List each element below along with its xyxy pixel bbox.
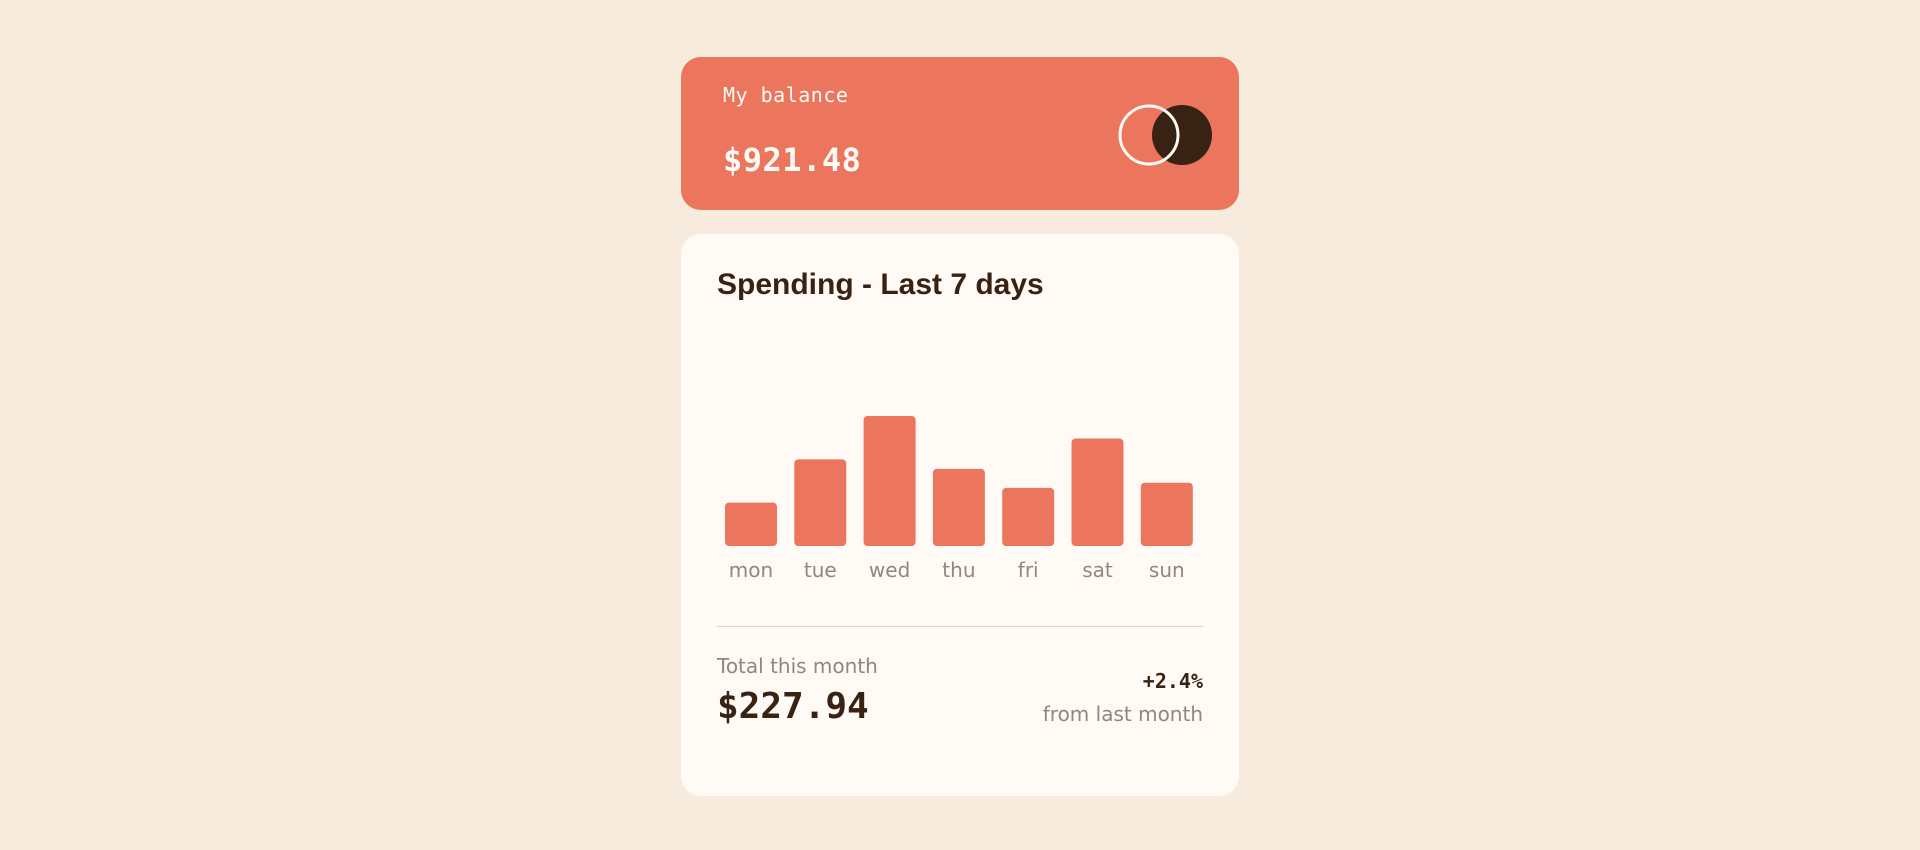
day-label-sun: sun (1149, 558, 1185, 582)
change-label: from last month (1042, 702, 1203, 726)
day-label-thu: thu (942, 558, 975, 582)
change-value: +2.4% (1142, 669, 1203, 693)
day-label-mon: mon (729, 558, 773, 582)
spending-title: Spending - Last 7 days (717, 268, 1044, 301)
bar-wed[interactable] (863, 416, 916, 546)
day-label-sat: sat (1082, 558, 1113, 582)
bar-sun[interactable] (1140, 482, 1193, 546)
total-value: $227.94 (717, 686, 869, 727)
divider (717, 626, 1203, 627)
balance-value: $921.48 (723, 141, 862, 179)
day-label-fri: fri (1018, 558, 1039, 582)
main-container: My balance $921.48 Spending - Last 7 day… (681, 57, 1239, 796)
bar-fri[interactable] (1002, 487, 1055, 546)
balance-card: My balance $921.48 (681, 57, 1239, 210)
spending-bar-chart: mon tue wed thu fri sat sun (725, 416, 1193, 582)
day-label-wed: wed (869, 558, 910, 582)
bar-thu[interactable] (932, 468, 985, 546)
bar-mon[interactable] (725, 502, 777, 546)
bar-sat[interactable] (1071, 438, 1124, 546)
balance-label: My balance (723, 83, 849, 107)
spending-chart: mon tue wed thu fri sat sun (717, 314, 1203, 582)
total-label: Total this month (717, 654, 878, 678)
day-label-tue: tue (804, 558, 837, 582)
bar-tue[interactable] (794, 459, 847, 546)
spending-card: Spending - Last 7 days mon tue wed thu fri sa… (681, 234, 1239, 796)
two-circles-logo-icon (1118, 104, 1212, 166)
